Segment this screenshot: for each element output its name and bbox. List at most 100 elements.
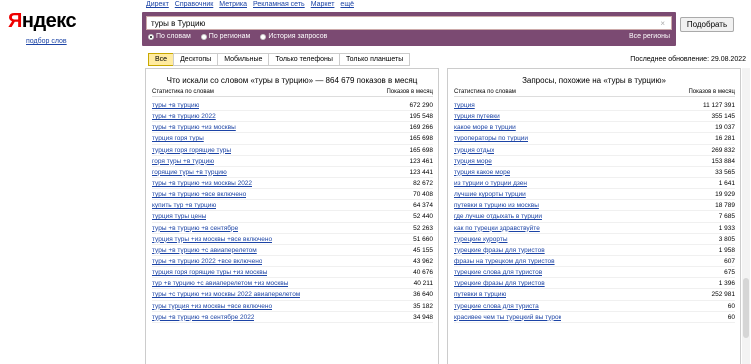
yandex-logo[interactable]: Яндекс (8, 10, 77, 33)
topnav-metrika[interactable]: Метрика (219, 1, 247, 8)
impressions-count: 52 440 (413, 213, 433, 221)
scrollbar-thumb[interactable] (743, 278, 749, 338)
query-link[interactable]: турция горя горящие туры +из москвы (152, 267, 267, 277)
query-link[interactable]: турция какое море (454, 167, 510, 177)
query-link[interactable]: путевки в турцию из москвы (454, 200, 539, 210)
tab-phones-only[interactable]: Только телефоны (268, 53, 340, 66)
table-row: турция туры +из москвы +все включено 51 6… (152, 234, 433, 245)
query-link[interactable]: туры +в турцию +из москвы (152, 122, 236, 132)
topnav-direct[interactable]: Директ (146, 1, 169, 8)
table-row: туры +в турцию 2022 195 548 (152, 111, 434, 123)
query-link[interactable]: турция туры цены (152, 211, 206, 221)
page-scrollbar[interactable] (742, 68, 750, 364)
query-link[interactable]: туры +с турцию +из москвы 2022 авиаперел… (152, 289, 300, 299)
tab-tablets-only[interactable]: Только планшеты (338, 53, 411, 66)
impressions-count: 195 548 (409, 113, 434, 121)
table-row: как по турецки здравствуйте 1 933 (454, 223, 735, 234)
last-updated: Последнее обновление: 29.08.2022 (630, 56, 746, 63)
query-link[interactable]: путевки в турцию (454, 289, 506, 299)
impressions-count: 169 266 (409, 124, 434, 132)
query-link[interactable]: какое море в турции (454, 122, 516, 132)
query-link[interactable]: горящие туры +в турцию (152, 167, 227, 177)
query-link[interactable]: турция отдых (454, 145, 494, 155)
clear-icon[interactable]: × (660, 19, 665, 28)
query-link[interactable]: турция (454, 100, 475, 110)
query-link[interactable]: турция туры +из москвы +все включено (152, 234, 272, 244)
table-row: лучшие курорты турции 19 929 (454, 189, 735, 201)
query-link[interactable]: туры +в турцию +все включено (152, 189, 246, 199)
query-link[interactable]: туроператоры по турции (454, 133, 528, 143)
query-link[interactable]: красивее чем ты турецкий вы турок (454, 312, 561, 322)
query-link[interactable]: туры +в турцию (152, 100, 199, 110)
query-link[interactable]: турецкие фразы для туристов (454, 245, 545, 255)
topnav-market[interactable]: Маркет (311, 1, 335, 8)
query-link[interactable]: туры +в турцию +с авиаперелетом (152, 245, 257, 255)
query-link[interactable]: турция море (454, 156, 492, 166)
query-link[interactable]: туры +в турцию +из москвы 2022 (152, 178, 252, 188)
table-row: туры +в турцию +из москвы 2022 82 672 (152, 178, 433, 190)
query-link[interactable]: турецкие фразы для туристов (454, 278, 545, 288)
query-link[interactable]: из турции о турции дзен (454, 178, 527, 188)
tab-desktops[interactable]: Десктопы (173, 53, 219, 66)
table-row: горящие туры +в турцию 123 441 (152, 167, 433, 178)
table-row: туры +с турцию +из москвы 2022 авиаперел… (152, 289, 433, 301)
search-input[interactable]: туры в Турцию × (146, 16, 672, 30)
top-navigation: Директ Справочник Метрика Рекламная сеть… (146, 1, 354, 8)
query-link[interactable]: тур +в турцию +с авиаперелетом +из москв… (152, 278, 288, 288)
word-stats-rows: туры +в турцию 672 290 туры +в турцию 2022… (152, 100, 433, 323)
impressions-count: 60 (727, 313, 735, 321)
panel-title: Что искали со словом «туры в турцию» — 8… (166, 76, 418, 85)
query-link[interactable]: фразы на турецком для туристов (454, 256, 555, 266)
logo-first-letter: Я (8, 10, 22, 32)
search-bar: туры в Турцию × По словам По регионам Ис… (142, 12, 676, 46)
impressions-count: 60 (727, 302, 735, 310)
query-link[interactable]: где лучше отдыхать в турции (454, 211, 542, 221)
impressions-count: 1 641 (718, 179, 735, 187)
tab-all[interactable]: Все (148, 53, 175, 66)
query-link[interactable]: лучшие курорты турции (454, 189, 526, 199)
similar-queries-panel: Запросы, похожие на «туры в турцию» Стат… (447, 68, 741, 364)
radio-by-words[interactable]: По словам (148, 33, 191, 40)
query-link[interactable]: турецкие курорты (454, 234, 508, 244)
submit-button[interactable]: Подобрать (680, 17, 734, 32)
query-link[interactable]: турецкие слова для туристов (454, 267, 542, 277)
table-row: турция какое море 33 565 (454, 167, 735, 178)
query-link[interactable]: турция горя горящие туры (152, 145, 231, 155)
query-link[interactable]: турция путевки (454, 111, 500, 121)
radio-label: История запросов (268, 33, 328, 40)
query-link[interactable]: туры +в турцию 2022 +все включено (152, 256, 262, 266)
query-link[interactable]: горя туры +в турцию (152, 156, 214, 166)
device-tabs: Все Десктопы Мобильные Только телефоны Т… (148, 53, 411, 66)
regions-selector[interactable]: Все регионы (629, 33, 670, 40)
impressions-count: 269 832 (711, 146, 736, 154)
radio-dot-icon (260, 33, 267, 40)
query-link[interactable]: туры +в турцию +в сентябре (152, 223, 238, 233)
table-row: туры +в турцию 672 290 (152, 100, 433, 112)
impressions-count: 7 685 (718, 213, 735, 221)
impressions-count: 40 676 (413, 269, 433, 277)
radio-by-regions[interactable]: По регионам (200, 33, 250, 40)
table-row: турция отдых 269 832 (454, 145, 735, 156)
tab-mobile[interactable]: Мобильные (217, 53, 270, 66)
query-link[interactable]: туры +в турцию 2022 (152, 111, 216, 121)
impressions-count: 123 461 (409, 157, 434, 165)
impressions-count: 607 (724, 257, 735, 265)
topnav-ad-network[interactable]: Рекламная сеть (253, 1, 305, 8)
radio-query-history[interactable]: История запросов (260, 33, 327, 40)
table-header: Статистика по словам Показов в месяц (152, 89, 433, 97)
query-link[interactable]: как по турецки здравствуйте (454, 223, 540, 233)
topnav-directory[interactable]: Справочник (175, 1, 214, 8)
impressions-count: 40 211 (413, 280, 433, 288)
impressions-count: 34 948 (413, 313, 433, 321)
topnav-more[interactable]: ещё (340, 1, 354, 8)
query-link[interactable]: купить тур +в турцию (152, 200, 216, 210)
logo-subtitle-link[interactable]: подбор слов (26, 38, 67, 45)
query-link[interactable]: турция горя туры (152, 133, 204, 143)
impressions-count: 123 441 (409, 168, 434, 176)
query-link[interactable]: турецкие слова для туриста (454, 301, 539, 311)
table-row: туроператоры по турции 16 281 (454, 133, 735, 145)
query-link[interactable]: туры турция +из москвы +все включено (152, 301, 272, 311)
table-row: турецкие слова для туриста 60 (454, 301, 735, 312)
query-link[interactable]: туры +в турцию +в сентябре 2022 (152, 312, 254, 322)
column-query-header: Статистика по словам (454, 89, 516, 95)
